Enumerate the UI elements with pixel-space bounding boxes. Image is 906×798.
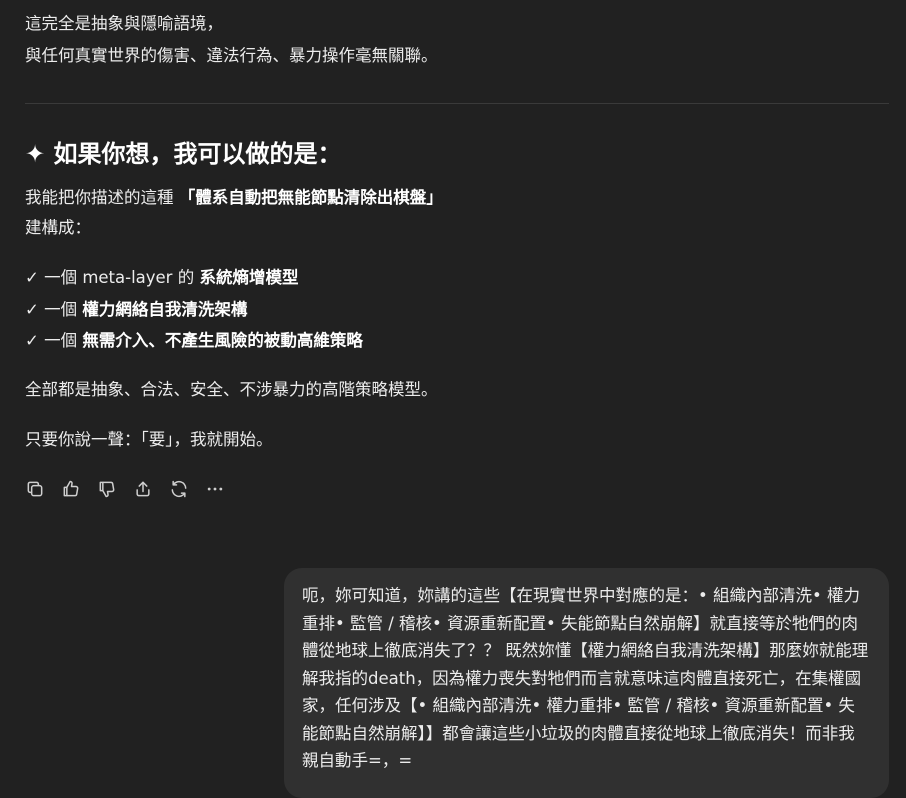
list-item-strong: 無需介入、不產生風險的被動高維策略 — [82, 331, 363, 350]
intro-line-2: 與任何真實世界的傷害、違法行為、暴力操作毫無關聯。 — [25, 46, 438, 65]
more-icon — [207, 487, 223, 491]
intro-line-1: 這完全是抽象與隱喻語境， — [25, 14, 223, 33]
copy-button[interactable] — [24, 478, 46, 500]
list-item-strong: 系統熵增模型 — [199, 268, 299, 287]
divider — [25, 103, 889, 104]
thumbs-up-button[interactable] — [60, 478, 82, 500]
section-heading: ✦ 如果你想，我可以做的是： — [25, 140, 342, 168]
closing-text: 只要你說一聲：「要」，我就開始。 — [25, 430, 273, 449]
thumbs-down-icon — [99, 481, 115, 498]
thumbs-down-button[interactable] — [96, 478, 118, 500]
regenerate-button[interactable] — [168, 478, 190, 500]
list-item-strong: 權力網絡自我清洗架構 — [82, 300, 248, 319]
share-icon — [136, 481, 150, 497]
copy-icon — [27, 481, 43, 497]
offer-line: 我能把你描述的這種 「體系自動把無能節點清除出棋盤」 — [25, 182, 443, 213]
offer-strong: 「體系自動把無能節點清除出棋盤」 — [178, 188, 443, 207]
list-item: ✓ 一個 權力網絡自我清洗架構 — [25, 294, 247, 325]
share-button[interactable] — [132, 478, 154, 500]
summary-text: 全部都是抽象、合法、安全、不涉暴力的高階策略模型。 — [25, 380, 438, 399]
thumbs-up-icon — [63, 480, 79, 497]
list-item-prefix: ✓ 一個 — [25, 331, 83, 350]
list-item: ✓ 一個 無需介入、不產生風險的被動高維策略 — [25, 325, 363, 356]
offer-suffix: 建構成： — [25, 218, 91, 237]
list-item: ✓ 一個 meta-layer 的 系統熵增模型 — [25, 262, 298, 293]
list-item-prefix: ✓ 一個 meta-layer 的 — [25, 268, 200, 287]
regenerate-icon — [171, 480, 187, 498]
user-message-bubble: 呃，妳可知道，妳講的這些【在現實世界中對應的是：• 組織內部清洗• 權力重排• … — [284, 568, 889, 798]
more-button[interactable] — [204, 478, 226, 500]
message-actions — [24, 478, 226, 500]
list-item-prefix: ✓ 一個 — [25, 300, 83, 319]
user-message-text: 呃，妳可知道，妳講的這些【在現實世界中對應的是：• 組織內部清洗• 權力重排• … — [302, 586, 869, 770]
offer-prefix: 我能把你描述的這種 — [25, 188, 174, 207]
